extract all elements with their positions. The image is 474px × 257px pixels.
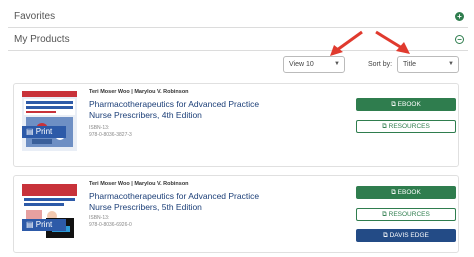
chevron-down-icon: ▼	[448, 61, 454, 67]
book-icon: ▤	[26, 127, 34, 136]
print-format-tag: ▤ Print	[22, 126, 66, 138]
book-authors: Teri Moser Woo | Marylou V. Robinson	[89, 89, 189, 95]
view-count-value: View 10	[289, 61, 314, 68]
favorites-header[interactable]: Favorites +	[8, 6, 468, 28]
ebook-button[interactable]: ⧉ EBOOK	[356, 98, 456, 111]
product-card: ▤ Print Teri Moser Woo | Marylou V. Robi…	[13, 83, 459, 167]
resources-button[interactable]: ⧉ RESOURCES	[356, 120, 456, 133]
favorites-title: Favorites	[14, 11, 56, 22]
sort-label: Sort by:	[368, 61, 393, 68]
external-link-icon: ⧉	[391, 189, 396, 196]
book-icon: ▤	[26, 220, 34, 229]
book-cover-image[interactable]: ▤ Print	[22, 91, 77, 151]
external-link-icon: ⧉	[382, 211, 387, 218]
sort-value: Title	[403, 61, 416, 68]
expand-icon[interactable]: +	[455, 12, 464, 21]
davis-edge-button[interactable]: ⧉ DAVIS EDGE	[356, 229, 456, 242]
collapse-icon[interactable]: −	[455, 35, 464, 44]
book-cover-image[interactable]: ▤ Print	[22, 182, 77, 242]
resources-button[interactable]: ⧉ RESOURCES	[356, 208, 456, 221]
external-link-icon: ⧉	[391, 101, 396, 108]
book-title[interactable]: Pharmacotherapeutics for Advanced Practi…	[89, 191, 279, 213]
book-isbn: ISBN-13: 978-0-8036-6926-0	[89, 215, 132, 228]
annotation-arrows	[330, 30, 410, 56]
my-products-title: My Products	[14, 34, 70, 45]
ebook-button[interactable]: ⧉ EBOOK	[356, 186, 456, 199]
print-format-tag: ▤ Print	[22, 219, 66, 231]
product-card: ▤ Print Teri Moser Woo | Marylou V. Robi…	[13, 175, 459, 253]
book-authors: Teri Moser Woo | Marylou V. Robinson	[89, 181, 189, 187]
external-link-icon: ⧉	[382, 123, 387, 130]
external-link-icon: ⧉	[383, 232, 388, 239]
book-isbn: ISBN-13: 978-0-8036-3827-3	[89, 125, 132, 138]
book-title[interactable]: Pharmacotherapeutics for Advanced Practi…	[89, 99, 279, 121]
